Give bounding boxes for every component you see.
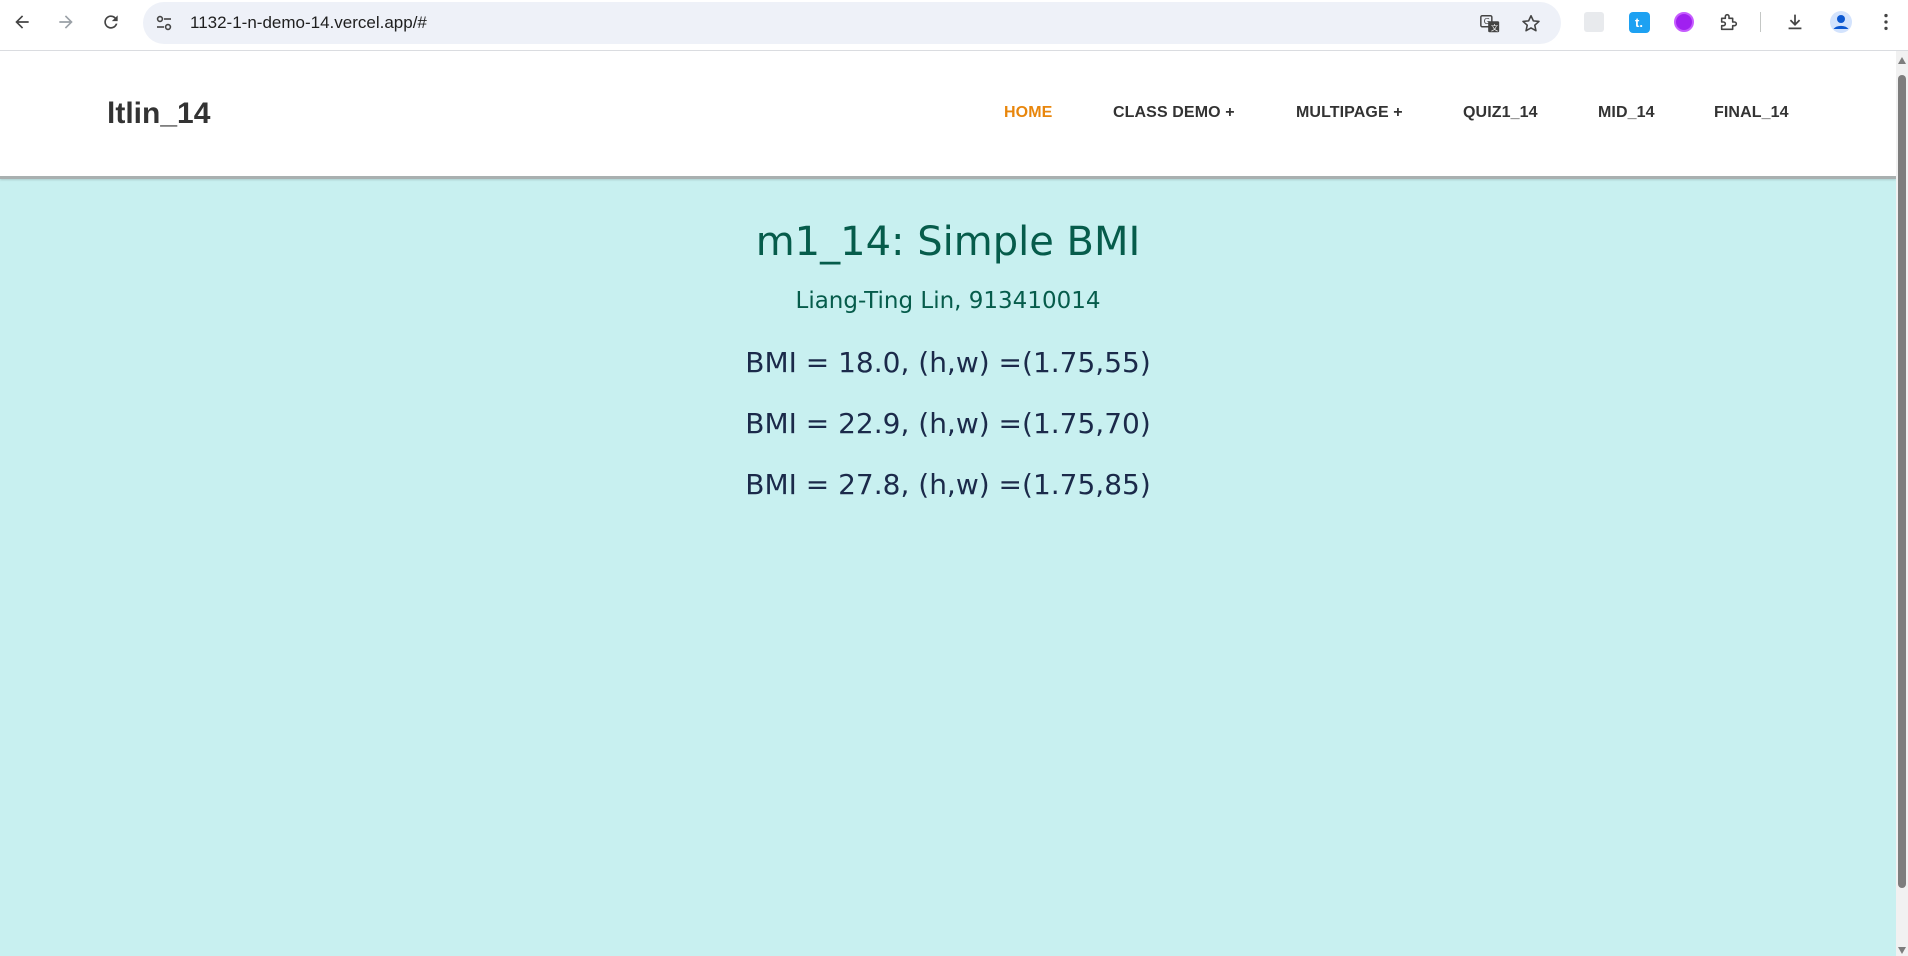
back-button[interactable] <box>6 6 38 38</box>
scroll-down-icon[interactable] <box>1898 947 1906 954</box>
extensions-puzzle-icon[interactable] <box>1717 10 1741 34</box>
translate-icon[interactable]: G文 <box>1478 12 1502 36</box>
back-icon <box>15 15 29 29</box>
bmi-result-3: BMI = 27.8, (h,w) =(1.75,85) <box>745 468 1151 501</box>
reload-button[interactable] <box>95 6 127 38</box>
browser-toolbar: 1132-1-n-demo-14.vercel.app/# G文 t. <box>0 0 1908 51</box>
site-header: ltlin_14 HOME CLASS DEMO + MULTIPAGE + Q… <box>0 51 1896 179</box>
nav-multipage[interactable]: MULTIPAGE + <box>1296 104 1403 122</box>
toolbar-divider <box>1760 12 1761 32</box>
extension-purple-icon[interactable] <box>1672 10 1696 34</box>
nav-quiz1[interactable]: QUIZ1_14 <box>1463 104 1538 122</box>
address-bar[interactable]: 1132-1-n-demo-14.vercel.app/# G文 <box>143 2 1561 44</box>
reload-icon <box>104 15 118 29</box>
url-text[interactable]: 1132-1-n-demo-14.vercel.app/# <box>190 2 427 44</box>
scroll-thumb[interactable] <box>1898 75 1906 888</box>
site-settings-icon[interactable] <box>154 13 174 33</box>
author-subtitle: Liang-Ting Lin, 913410014 <box>795 288 1101 314</box>
scroll-up-icon[interactable] <box>1898 57 1906 64</box>
nav-class-demo[interactable]: CLASS DEMO + <box>1113 104 1235 122</box>
download-icon[interactable] <box>1783 10 1807 34</box>
page-scrollbar[interactable] <box>1896 51 1908 956</box>
site-logo[interactable]: ltlin_14 <box>107 97 210 131</box>
nav-final[interactable]: FINAL_14 <box>1714 104 1789 122</box>
forward-button[interactable] <box>50 6 82 38</box>
menu-dots-icon[interactable] <box>1874 10 1898 34</box>
extension-t-label: t. <box>1628 11 1650 33</box>
page-viewport: ltlin_14 HOME CLASS DEMO + MULTIPAGE + Q… <box>0 51 1896 956</box>
profile-icon[interactable] <box>1829 10 1853 34</box>
nav-home[interactable]: HOME <box>1004 104 1052 122</box>
bmi-result-1: BMI = 18.0, (h,w) =(1.75,55) <box>745 346 1151 379</box>
extension-t-icon[interactable]: t. <box>1627 10 1651 34</box>
nav-mid[interactable]: MID_14 <box>1598 104 1655 122</box>
svg-text:文: 文 <box>1491 23 1499 32</box>
forward-icon <box>59 15 73 29</box>
bmi-result-2: BMI = 22.9, (h,w) =(1.75,70) <box>745 407 1151 440</box>
page-title: m1_14: Simple BMI <box>755 219 1141 265</box>
bookmark-star-icon[interactable] <box>1519 12 1543 36</box>
extension-blank-icon[interactable] <box>1582 10 1606 34</box>
